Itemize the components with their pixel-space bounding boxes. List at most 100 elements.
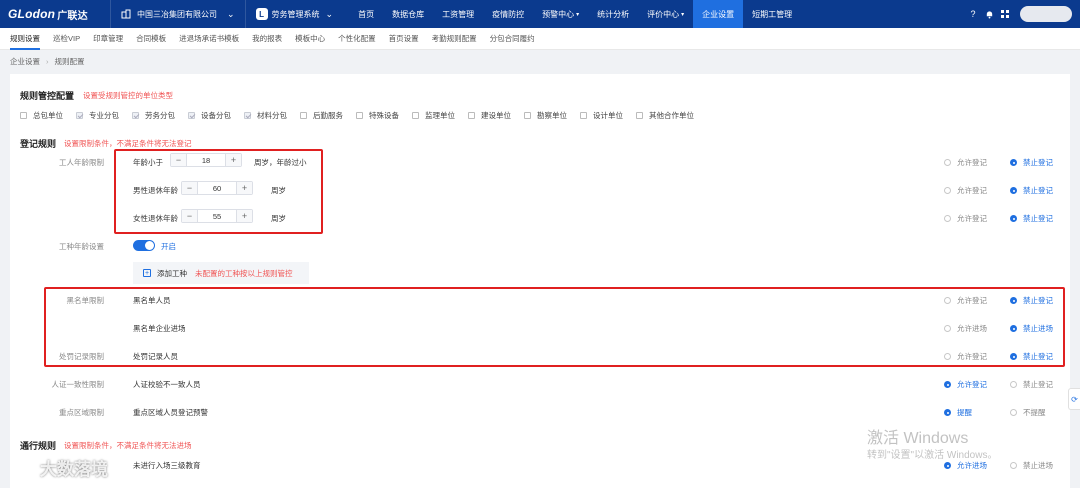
checkbox-equipment-sub[interactable]: 设备分包 xyxy=(188,110,231,121)
bell-icon[interactable] xyxy=(984,9,994,19)
tab-personalization[interactable]: 个性化配置 xyxy=(338,28,376,50)
checkbox-box xyxy=(580,112,587,119)
tab-seal-management[interactable]: 印章管理 xyxy=(93,28,123,50)
male-retire-forbid-radio[interactable]: 禁止登记 xyxy=(1010,185,1053,196)
checkbox-construction[interactable]: 建设单位 xyxy=(468,110,511,121)
female-retire-forbid-radio[interactable]: 禁止登记 xyxy=(1010,213,1053,224)
male-retire-allow-radio[interactable]: 允许登记 xyxy=(944,185,987,196)
checkbox-logistics[interactable]: 后勤服务 xyxy=(300,110,343,121)
radio-dot xyxy=(944,381,951,388)
radio-dot xyxy=(944,187,951,194)
checkbox-supervision[interactable]: 监理单位 xyxy=(412,110,455,121)
org-selector[interactable]: 中国三冶集团有限公司 ⌄ xyxy=(110,0,245,28)
nav-item-epidemic[interactable]: 疫情防控 xyxy=(483,0,533,28)
logo-cn-text: 广联达 xyxy=(57,10,88,22)
nav-item-data-warehouse[interactable]: 数据仓库 xyxy=(383,0,433,28)
radio-dot xyxy=(1010,159,1017,166)
checkbox-design[interactable]: 设计单位 xyxy=(580,110,623,121)
tab-rule-settings[interactable]: 规则设置 xyxy=(10,28,40,50)
tab-subcontract-performance[interactable]: 分包合同履约 xyxy=(490,28,535,50)
tab-template-center[interactable]: 模板中心 xyxy=(295,28,325,50)
nav-item-home[interactable]: 首页 xyxy=(349,0,383,28)
refresh-icon[interactable]: ⟳ xyxy=(1068,388,1080,410)
radio-dot xyxy=(1010,381,1017,388)
idcard-forbid-radio[interactable]: 禁止登记 xyxy=(1010,379,1053,390)
checkbox-box xyxy=(244,112,251,119)
pass-section-title: 通行规则 xyxy=(20,441,57,451)
checkbox-box xyxy=(356,112,363,119)
nav-item-enterprise-settings[interactable]: 企业设置 xyxy=(693,0,744,28)
tab-inspection-vip[interactable]: 巡检VIP xyxy=(53,28,80,50)
unit-type-checkbox-group: 总包单位 专业分包 劳务分包 设备分包 材料分包 后勤服务 特殊设备 监理单位 … xyxy=(20,110,707,121)
tab-my-reports[interactable]: 我的报表 xyxy=(252,28,282,50)
breadcrumb-item[interactable]: 企业设置 xyxy=(10,56,40,67)
trade-age-label: 工种年龄设置 xyxy=(59,242,104,251)
control-section-title: 规则管控配置 xyxy=(20,91,75,101)
nav-item-evaluation[interactable]: 评价中心 ▾ xyxy=(638,0,693,28)
education-forbid-radio[interactable]: 禁止进场 xyxy=(1010,460,1053,471)
topbar-right: ? xyxy=(968,0,1072,28)
radio-dot xyxy=(1010,187,1017,194)
radio-dot xyxy=(944,462,951,469)
checkbox-general-contractor[interactable]: 总包单位 xyxy=(20,110,63,121)
nav-item-wage[interactable]: 工资管理 xyxy=(433,0,483,28)
brand-watermark: 大数落境 xyxy=(10,455,108,480)
idcard-label: 人证一致性限制 xyxy=(51,380,105,389)
avatar[interactable] xyxy=(1020,6,1072,22)
radio-dot xyxy=(944,215,951,222)
brand-watermark-text: 大数落境 xyxy=(40,460,108,479)
idcard-allow-radio[interactable]: 允许登记 xyxy=(944,379,987,390)
breadcrumb: 企业设置 › 规则配置 xyxy=(10,54,85,68)
add-trade-button[interactable]: 添加工种 xyxy=(157,268,187,279)
checkbox-box xyxy=(636,112,643,119)
grid-icon[interactable] xyxy=(1000,9,1010,19)
plus-square-icon[interactable]: + xyxy=(143,269,151,277)
tab-commitment-template[interactable]: 进退场承诺书模板 xyxy=(179,28,239,50)
register-section-note: 设置限制条件，不满足条件将无法登记 xyxy=(64,139,192,148)
control-section-note: 设置受规则管控的单位类型 xyxy=(83,91,173,100)
tab-contract-template[interactable]: 合同模板 xyxy=(136,28,166,50)
checkbox-professional-sub[interactable]: 专业分包 xyxy=(76,110,119,121)
add-trade-box: + 添加工种 未配置的工种按以上规则管控 xyxy=(133,262,309,284)
trade-age-toggle[interactable] xyxy=(133,240,155,251)
help-icon[interactable]: ? xyxy=(968,9,978,19)
add-trade-note: 未配置的工种按以上规则管控 xyxy=(195,268,293,278)
radio-dot xyxy=(1010,462,1017,469)
nav-item-statistics[interactable]: 统计分析 xyxy=(588,0,638,28)
windows-activation-watermark: 激活 Windows xyxy=(867,430,969,447)
key-area-text: 重点区域人员登记预警 xyxy=(133,408,208,417)
checkbox-box xyxy=(188,112,195,119)
checkbox-box xyxy=(132,112,139,119)
nav-item-short-term-worker[interactable]: 短期工管理 xyxy=(743,0,801,28)
education-allow-radio[interactable]: 允许进场 xyxy=(944,460,987,471)
flower-icon xyxy=(12,456,34,479)
checkbox-other-partner[interactable]: 其他合作单位 xyxy=(636,110,694,121)
system-selector[interactable]: L 劳务管理系统 ⌄ xyxy=(244,0,344,28)
tab-attendance-rules[interactable]: 考勤规则配置 xyxy=(432,28,477,50)
female-retire-allow-radio[interactable]: 允许登记 xyxy=(944,213,987,224)
pass-section-note: 设置限制条件，不满足条件将无法进场 xyxy=(64,441,192,450)
age-min-forbid-radio[interactable]: 禁止登记 xyxy=(1010,157,1053,168)
highlight-box-age xyxy=(114,149,323,234)
logo-text: GLodon xyxy=(8,7,56,21)
age-limit-label: 工人年龄限制 xyxy=(59,158,104,167)
radio-dot xyxy=(1010,215,1017,222)
caret-down-icon: ▾ xyxy=(681,11,685,18)
key-area-noremind-radio[interactable]: 不提醒 xyxy=(1010,407,1046,418)
key-area-remind-radio[interactable]: 提醒 xyxy=(944,407,972,418)
checkbox-material-sub[interactable]: 材料分包 xyxy=(244,110,287,121)
tab-home-settings[interactable]: 首页设置 xyxy=(389,28,419,50)
radio-dot xyxy=(944,159,951,166)
checkbox-survey[interactable]: 勘察单位 xyxy=(524,110,567,121)
chevron-right-icon: › xyxy=(46,56,49,66)
trade-age-toggle-label: 开启 xyxy=(161,242,176,251)
register-section-title: 登记规则 xyxy=(20,139,57,149)
checkbox-labor-sub[interactable]: 劳务分包 xyxy=(132,110,175,121)
checkbox-special-equipment[interactable]: 特殊设备 xyxy=(356,110,399,121)
highlight-box-blacklist xyxy=(44,287,1065,367)
chevron-down-icon: ⌄ xyxy=(325,8,334,19)
brand-logo[interactable]: GLodon 广联达 xyxy=(0,7,110,22)
age-min-allow-radio[interactable]: 允许登记 xyxy=(944,157,987,168)
nav-item-alert-center[interactable]: 预警中心 ▾ xyxy=(533,0,588,28)
checkbox-box xyxy=(300,112,307,119)
